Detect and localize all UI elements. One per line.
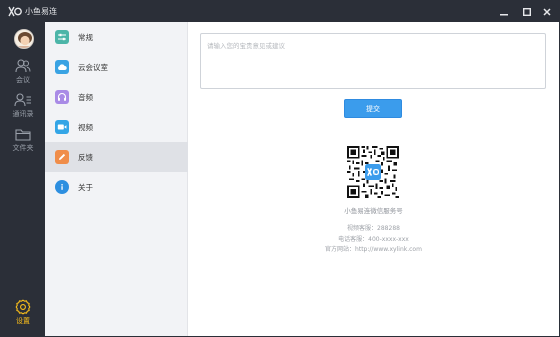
menu-item-audio[interactable]: 音频 <box>45 82 188 112</box>
menu-item-cloud-room[interactable]: 云会议室 <box>45 52 188 82</box>
people-icon <box>14 58 32 74</box>
avatar-image-icon <box>15 30 33 48</box>
headphones-icon <box>55 90 69 104</box>
feedback-input[interactable] <box>200 33 546 89</box>
menu-item-label: 视频 <box>78 122 93 132</box>
wechat-qr-code <box>347 146 399 198</box>
rail-item-folder[interactable]: 文件夹 <box>1 126 45 160</box>
sliders-icon <box>55 30 69 44</box>
avatar[interactable] <box>14 29 34 49</box>
submit-button[interactable]: 提交 <box>344 99 402 118</box>
rail-item-label: 通讯录 <box>12 110 34 118</box>
settings-menu: 常规 云会议室 音频 视频 反馈 关于 <box>45 22 188 336</box>
rail-item-settings[interactable]: 设置 <box>1 299 45 333</box>
menu-item-general[interactable]: 常规 <box>45 22 188 52</box>
minimize-icon <box>500 13 508 15</box>
pencil-icon <box>55 150 69 164</box>
menu-item-video[interactable]: 视频 <box>45 112 188 142</box>
feedback-panel: 提交 <box>188 22 559 336</box>
video-support-text: 视频客服：288288 <box>347 225 400 232</box>
rail-item-meetings[interactable]: 会议 <box>1 58 45 92</box>
website-text: 官方网站：http://www.xylink.com <box>325 246 422 253</box>
menu-item-label: 反馈 <box>78 152 93 162</box>
info-icon <box>55 180 69 194</box>
cloud-icon <box>55 60 69 74</box>
menu-item-label: 云会议室 <box>78 62 108 72</box>
gear-icon <box>14 299 32 315</box>
menu-item-feedback[interactable]: 反馈 <box>45 142 188 172</box>
contacts-icon <box>14 92 32 108</box>
left-rail: 会议 通讯录 文件夹 设置 <box>1 22 45 336</box>
window-title: 小鱼易连 <box>25 7 57 16</box>
title-bar: 小鱼易连 <box>1 1 559 22</box>
folder-icon <box>14 126 32 142</box>
close-icon <box>543 7 551 16</box>
menu-item-label: 常规 <box>78 32 93 42</box>
rail-item-label: 文件夹 <box>12 144 34 152</box>
menu-item-label: 音频 <box>78 92 93 102</box>
video-camera-icon <box>55 120 69 134</box>
app-window: 小鱼易连 会议 通讯录 文件夹 设置 常规 云会议室 音频 视频 反馈 关于 请… <box>0 0 560 337</box>
qr-caption: 小鱼易连微信服务号 <box>344 207 403 215</box>
minimize-button[interactable] <box>496 4 512 19</box>
menu-item-label: 关于 <box>78 182 93 192</box>
rail-item-contacts[interactable]: 通讯录 <box>1 92 45 126</box>
rail-item-label: 会议 <box>16 76 30 84</box>
menu-item-about[interactable]: 关于 <box>45 172 188 202</box>
phone-support-text: 电话客服：400-xxxx-xxx <box>338 236 409 243</box>
close-button[interactable] <box>539 4 555 19</box>
xylink-logo-icon <box>8 6 22 17</box>
maximize-icon <box>523 7 531 16</box>
maximize-button[interactable] <box>519 4 535 19</box>
rail-item-label: 设置 <box>16 317 30 325</box>
